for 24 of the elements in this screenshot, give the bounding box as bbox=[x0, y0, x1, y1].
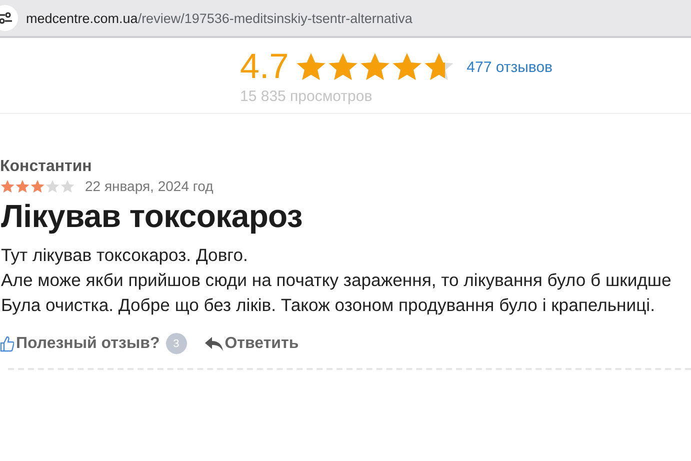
helpful-button[interactable]: Полезный отзыв? bbox=[0, 334, 160, 352]
rating-score: 4.7 bbox=[240, 48, 289, 86]
reply-button[interactable]: Ответить bbox=[204, 334, 299, 352]
review-title: Лікував токсокароз bbox=[1, 198, 304, 235]
reply-icon bbox=[204, 336, 223, 350]
star-icon bbox=[326, 51, 359, 83]
star-icon bbox=[294, 51, 327, 83]
review-text: Але може якби прийшов сюди на початку зараження, то лікування було б шкидше bbox=[1, 269, 672, 292]
star-icon bbox=[60, 178, 75, 194]
star-icon bbox=[358, 51, 391, 83]
star-icon bbox=[0, 178, 15, 194]
star-icon bbox=[45, 178, 60, 194]
helpful-count: 3 bbox=[166, 333, 187, 354]
star-icon bbox=[30, 178, 45, 194]
review-text: Тут лікував токсокароз. Довго. bbox=[1, 244, 249, 267]
reviews-link[interactable]: 477 отзывов bbox=[466, 58, 553, 76]
star-icon bbox=[15, 178, 30, 194]
review-date: 22 января, 2024 год bbox=[85, 178, 214, 194]
views-count: 15 835 просмотров bbox=[240, 88, 374, 105]
star-icon bbox=[390, 51, 423, 83]
review-text: Була очистка. Добре що без ліків. Також озоном продування було і крапельниці. bbox=[1, 294, 656, 317]
author-name: Константин bbox=[0, 158, 93, 176]
thumbs-up-icon bbox=[0, 336, 14, 352]
star-icon bbox=[422, 51, 455, 83]
